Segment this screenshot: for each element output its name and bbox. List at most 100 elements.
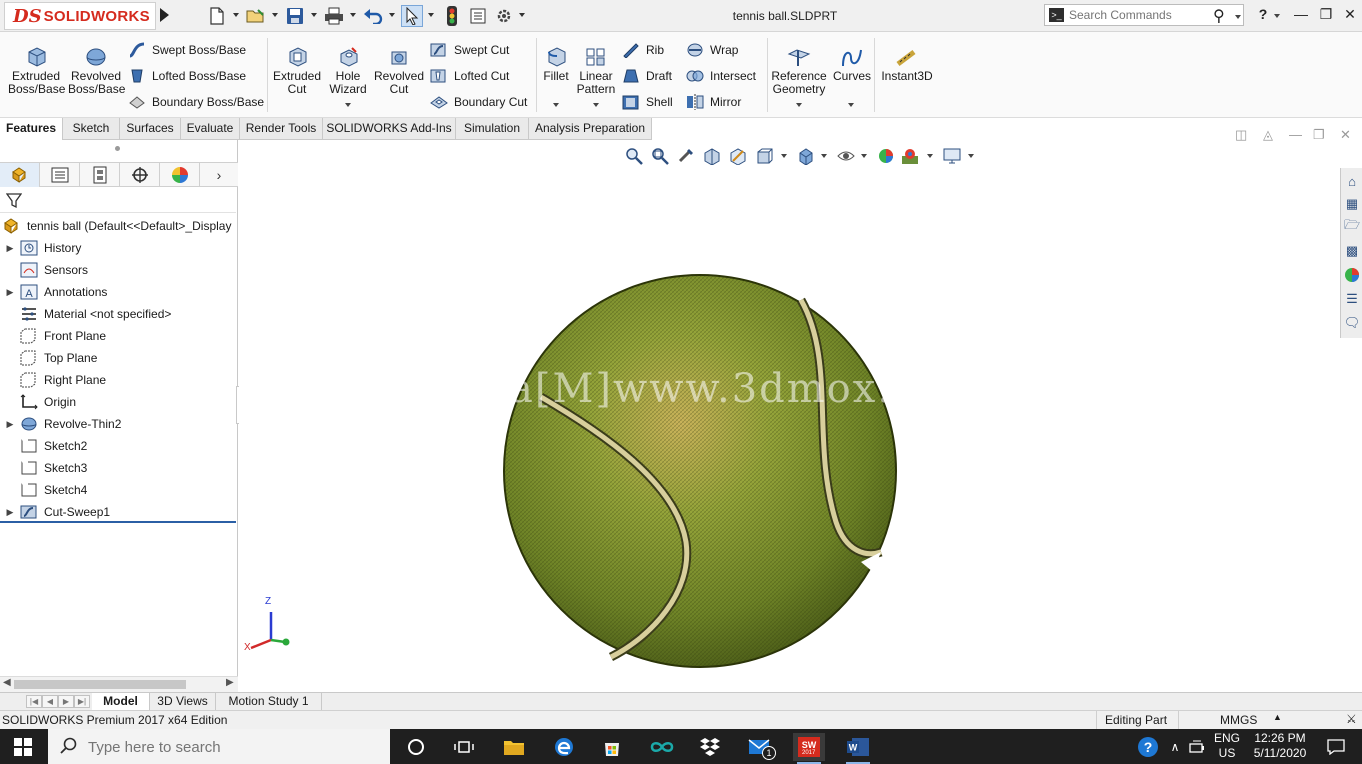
search-commands-box[interactable]: >_ ⚲ — [1044, 4, 1244, 26]
intersect-button[interactable]: Intersect — [686, 66, 756, 86]
show-hidden-icons-icon[interactable]: ∧ — [1166, 733, 1184, 761]
custom-properties-icon[interactable]: ☰ — [1343, 290, 1361, 308]
swept-boss-base-button[interactable]: Swept Boss/Base — [128, 40, 246, 60]
apply-scene-icon[interactable] — [899, 146, 921, 166]
notifications-icon[interactable] — [1320, 733, 1352, 761]
task-view-icon[interactable] — [448, 733, 480, 761]
extruded-cut-button[interactable]: Extruded Cut — [270, 46, 324, 96]
boundary-boss-base-button[interactable]: Boundary Boss/Base — [128, 92, 264, 112]
print-icon[interactable] — [323, 5, 345, 27]
unit-system-selector[interactable]: MMGS — [1220, 713, 1257, 727]
tree-item-history[interactable]: ▶ History — [0, 237, 236, 259]
chevron-right-icon[interactable]: › — [200, 163, 238, 187]
tab-solidworks-add-ins[interactable]: SOLIDWORKS Add-Ins — [323, 118, 456, 140]
last-tab-icon[interactable]: ▶| — [74, 695, 90, 708]
tree-item-front-plane[interactable]: Front Plane — [0, 325, 236, 347]
tree-filter-input[interactable] — [28, 192, 228, 210]
undo-dropdown-icon[interactable] — [389, 13, 395, 17]
input-language-indicator[interactable]: ENG US — [1212, 731, 1242, 761]
reference-geometry-button[interactable]: Reference Geometry — [770, 46, 828, 96]
word-icon[interactable]: W — [842, 733, 874, 764]
windows-start-icon[interactable] — [14, 738, 32, 759]
help-circle-icon[interactable]: ? — [1132, 733, 1164, 761]
options-gear-icon[interactable] — [493, 5, 515, 27]
design-library-icon[interactable]: ▦ — [1343, 195, 1361, 213]
zoom-to-area-icon[interactable] — [649, 146, 671, 166]
graphics-area[interactable]: ◫ ◬ — ❐ ✕ a[M]www.3dmox.co Z X — [239, 127, 1351, 692]
prev-tab-icon[interactable]: ◀ — [42, 695, 58, 708]
expand-arrow-icon[interactable]: ▶ — [0, 287, 20, 298]
cortana-icon[interactable] — [400, 733, 432, 761]
next-tab-icon[interactable]: ▶ — [58, 695, 74, 708]
search-commands-input[interactable] — [1069, 7, 1209, 23]
swept-cut-button[interactable]: Swept Cut — [430, 40, 509, 60]
taskbar-search-input[interactable] — [88, 737, 368, 757]
tab-sketch[interactable]: Sketch — [63, 118, 120, 140]
tab-render-tools[interactable]: Render Tools — [240, 118, 323, 140]
arduino-infinity-icon[interactable] — [646, 733, 678, 761]
options-dropdown-icon[interactable] — [519, 13, 525, 17]
dimxpert-manager-tab-icon[interactable] — [120, 163, 160, 187]
save-dropdown-icon[interactable] — [311, 13, 317, 17]
restore-icon[interactable]: ❐ — [1316, 6, 1336, 24]
viewport-tile-left-icon[interactable]: ◫ — [1235, 127, 1247, 143]
tab-features[interactable]: Features — [0, 118, 63, 140]
viewport-tile-right-icon[interactable]: ◬ — [1263, 127, 1273, 143]
display-style-icon[interactable] — [795, 146, 817, 166]
curves-button[interactable]: Curves — [832, 46, 872, 83]
tree-item-sketch4[interactable]: Sketch4 — [0, 479, 236, 501]
tree-item-revolve-thin2[interactable]: ▶ Revolve-Thin2 — [0, 413, 236, 435]
tab-surfaces[interactable]: Surfaces — [120, 118, 181, 140]
minimize-icon[interactable]: — — [1291, 6, 1311, 24]
tree-horizontal-scrollbar[interactable]: ◀ ▶ — [0, 676, 238, 692]
menu-expand-arrow-icon[interactable] — [160, 8, 169, 22]
viewport-minimize-icon[interactable]: — — [1289, 127, 1302, 142]
select-dropdown-icon[interactable] — [428, 13, 434, 17]
unit-system-up-icon[interactable]: ▲ — [1273, 712, 1282, 722]
feature-manager-tab-icon[interactable] — [0, 163, 40, 187]
system-clock[interactable]: 12:26 PM 5/11/2020 — [1250, 731, 1310, 761]
lofted-boss-base-button[interactable]: Lofted Boss/Base — [128, 66, 246, 86]
wrap-button[interactable]: Wrap — [686, 40, 738, 60]
configuration-manager-tab-icon[interactable] — [80, 163, 120, 187]
mirror-button[interactable]: Mirror — [686, 92, 741, 112]
mail-icon[interactable]: 1 — [744, 733, 776, 761]
view-settings-icon[interactable] — [941, 146, 963, 166]
scroll-left-icon[interactable]: ◀ — [3, 677, 11, 688]
tab-simulation[interactable]: Simulation — [456, 118, 529, 140]
tree-item-right-plane[interactable]: Right Plane — [0, 369, 236, 391]
tree-item-cut-sweep1[interactable]: ▶ Cut-Sweep1 — [0, 501, 236, 523]
hide-show-dropdown-icon[interactable] — [861, 154, 867, 158]
forum-chat-icon[interactable]: 🗨 — [1343, 314, 1361, 332]
tree-item-sketch3[interactable]: Sketch3 — [0, 457, 236, 479]
hide-show-items-icon[interactable] — [835, 146, 857, 166]
hole-wizard-dropdown-icon[interactable] — [345, 103, 351, 107]
view-orientation-icon[interactable] — [753, 146, 775, 166]
filter-icon[interactable] — [5, 193, 23, 212]
draft-button[interactable]: Draft — [622, 66, 672, 86]
taskbar-search-box[interactable] — [48, 729, 390, 764]
dynamic-annotation-views-icon[interactable] — [727, 146, 749, 166]
file-explorer-icon[interactable] — [498, 733, 530, 761]
edit-appearance-icon[interactable] — [875, 146, 897, 166]
tree-item-origin[interactable]: Origin — [0, 391, 236, 413]
tree-item-sensors[interactable]: Sensors — [0, 259, 236, 281]
tab-model[interactable]: Model — [92, 693, 150, 710]
view-settings-dropdown-icon[interactable] — [968, 154, 974, 158]
viewport-close-icon[interactable]: ✕ — [1340, 127, 1351, 143]
microsoft-store-icon[interactable] — [596, 733, 628, 761]
tab-evaluate[interactable]: Evaluate — [181, 118, 240, 140]
display-style-dropdown-icon[interactable] — [821, 154, 827, 158]
section-view-icon[interactable] — [701, 146, 723, 166]
previous-view-icon[interactable] — [675, 146, 697, 166]
tree-item-annotations[interactable]: ▶ A Annotations — [0, 281, 236, 303]
view-orientation-dropdown-icon[interactable] — [781, 154, 787, 158]
search-dropdown-icon[interactable] — [1235, 15, 1241, 19]
reference-geometry-dropdown-icon[interactable] — [796, 103, 802, 107]
curves-dropdown-icon[interactable] — [848, 103, 854, 107]
expand-arrow-icon[interactable]: ▶ — [0, 419, 20, 430]
fillet-dropdown-icon[interactable] — [553, 103, 559, 107]
revolved-boss-base-button[interactable]: Revolved Boss/Base — [68, 46, 125, 96]
tab-nav-arrows[interactable]: |◀ ◀ ▶ ▶| — [26, 695, 90, 708]
shell-button[interactable]: Shell — [622, 92, 673, 112]
